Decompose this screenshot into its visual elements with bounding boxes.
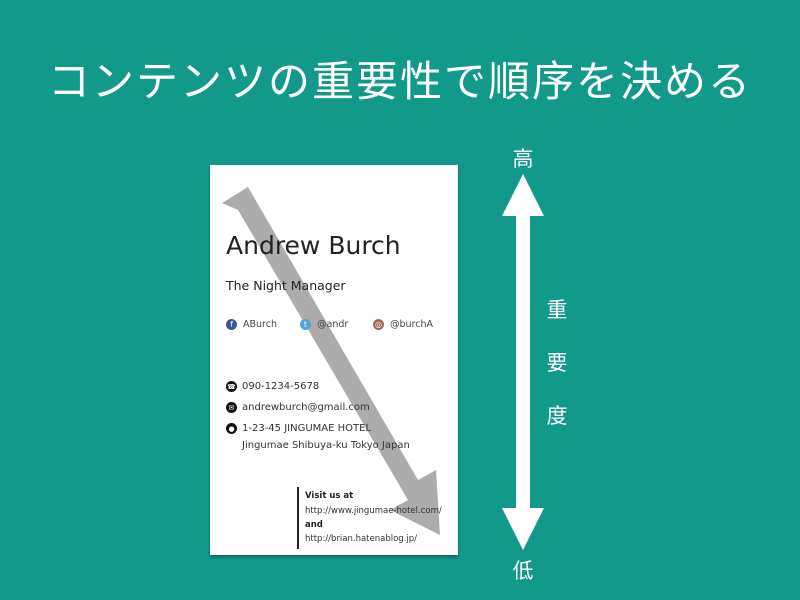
instagram-icon: ◎ <box>373 319 384 330</box>
social-instagram: ◎ @burchA <box>373 319 433 330</box>
address-line-1: 1-23-45 JINGUMAE HOTEL <box>242 423 372 434</box>
scale-low-label: 低 <box>512 559 534 583</box>
card-name: Andrew Burch <box>226 231 401 260</box>
mail-icon: ✉ <box>226 402 237 413</box>
email-text: andrewburch@gmail.com <box>242 402 370 413</box>
location-pin-icon: ● <box>226 423 237 434</box>
twitter-icon: t <box>300 319 311 330</box>
business-card: Andrew Burch The Night Manager f ABurch … <box>210 165 458 555</box>
facebook-handle: ABurch <box>243 319 277 330</box>
contact-email: ✉ andrewburch@gmail.com <box>226 402 370 413</box>
social-facebook: f ABurch <box>226 319 277 330</box>
contact-phone: ☎ 090-1234-5678 <box>226 381 319 392</box>
facebook-icon: f <box>226 319 237 330</box>
card-role: The Night Manager <box>226 278 346 293</box>
address-line-2: Jingumae Shibuya-ku Tokyo Japan <box>242 440 410 451</box>
website-url-2: http://brian.hatenablog.jp/ <box>305 534 418 544</box>
scale-axis-char-2: 要 <box>546 351 568 375</box>
social-twitter: t @andr <box>300 319 348 330</box>
instagram-handle: @burchA <box>390 319 433 330</box>
and-text: and <box>305 520 323 530</box>
scale-axis-char-1: 重 <box>546 298 568 322</box>
visit-heading: Visit us at <box>305 491 354 501</box>
visit-divider <box>297 487 299 549</box>
scale-high-label: 高 <box>512 147 534 171</box>
twitter-handle: @andr <box>317 319 349 330</box>
contact-address: ● 1-23-45 JINGUMAE HOTEL <box>226 423 371 434</box>
slide-title: コンテンツの重要性で順序を決める <box>47 57 752 106</box>
phone-text: 090-1234-5678 <box>242 381 320 392</box>
phone-icon: ☎ <box>226 381 237 392</box>
scale-axis-char-3: 度 <box>546 404 568 428</box>
website-url-1: http://www.jingumae-hotel.com/ <box>305 506 442 516</box>
